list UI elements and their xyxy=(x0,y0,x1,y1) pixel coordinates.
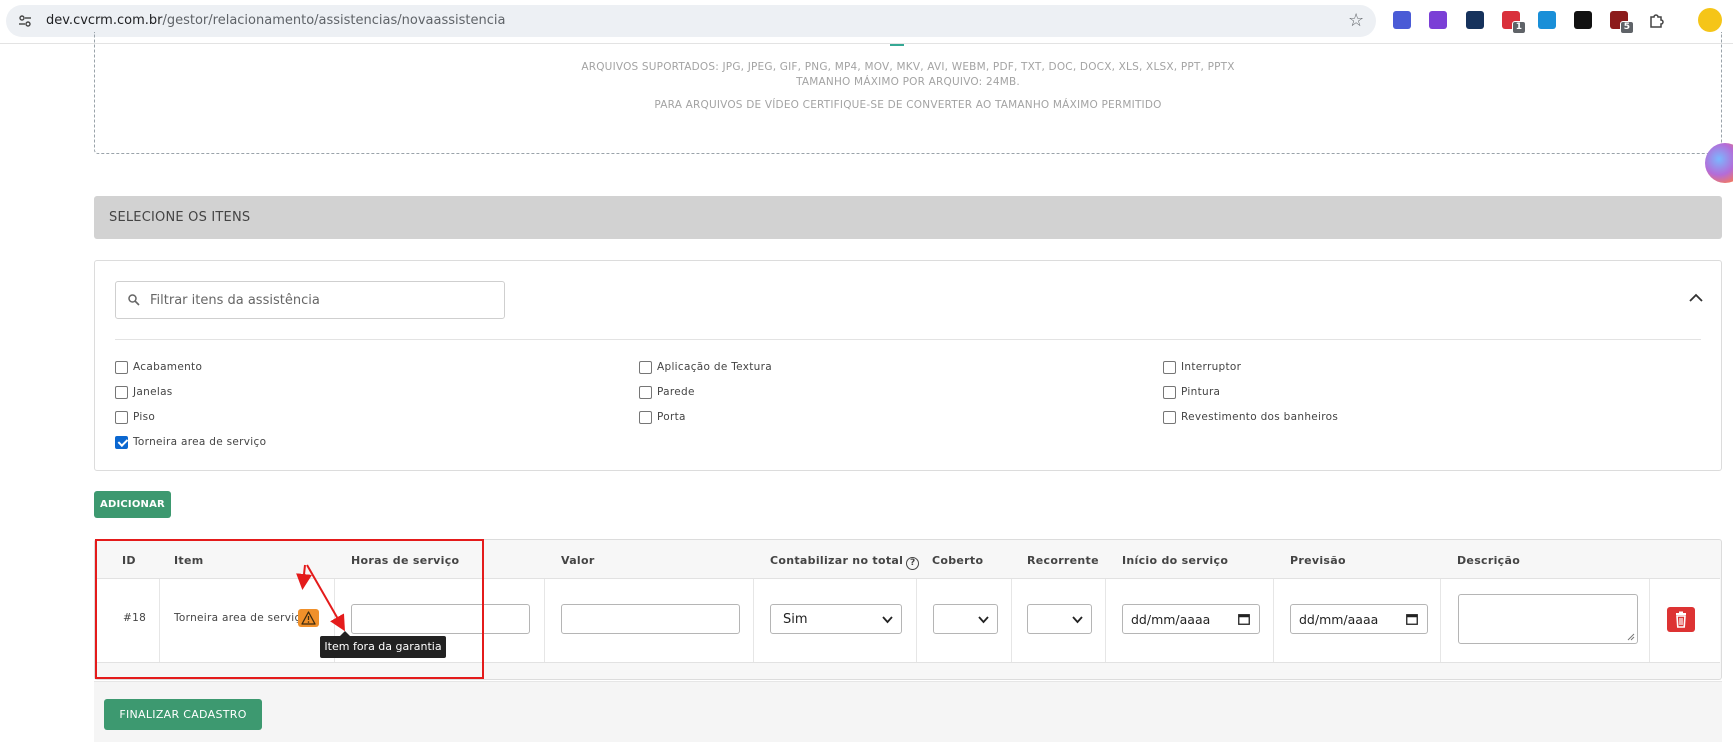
forecast-date-input[interactable]: dd/mm/aaaa xyxy=(1290,604,1428,634)
checkbox-checked[interactable] xyxy=(115,435,128,449)
floating-assistant-orb[interactable] xyxy=(1705,143,1733,183)
annotation-arrows xyxy=(296,564,345,632)
url-host: dev.cvcrm.com.br xyxy=(46,13,163,28)
checkbox-label: Interruptor xyxy=(1181,361,1242,373)
item-checkbox-janelas[interactable]: Janelas xyxy=(115,384,173,400)
file-upload-dropzone[interactable]: ARQUIVOS SUPORTADOS: JPG, JPEG, GIF, PNG… xyxy=(94,32,1722,154)
column-separator xyxy=(1440,579,1441,662)
site-settings-icon[interactable] xyxy=(18,14,32,28)
filter-divider xyxy=(115,339,1701,340)
checkbox-label: Aplicação de Textura xyxy=(657,361,772,373)
recurring-select[interactable] xyxy=(1027,604,1092,634)
item-checkbox-interruptor[interactable]: Interruptor xyxy=(1163,359,1241,375)
item-checkbox-acabamento[interactable]: Acabamento xyxy=(115,359,202,375)
calendar-icon[interactable] xyxy=(1238,613,1250,625)
column-separator xyxy=(916,579,917,662)
checkbox-label: Porta xyxy=(657,411,686,423)
item-checkbox-pintura[interactable]: Pintura xyxy=(1163,384,1220,400)
checkbox-label: Parede xyxy=(657,386,695,398)
checkbox[interactable] xyxy=(1163,360,1176,374)
upload-icon xyxy=(890,40,904,46)
chevron-down-icon xyxy=(882,616,893,624)
filter-items-input[interactable] xyxy=(150,283,500,317)
column-separator xyxy=(544,579,545,662)
terminal-icon[interactable] xyxy=(1574,11,1592,29)
upload-formats-text: ARQUIVOS SUPORTADOS: JPG, JPEG, GIF, PNG… xyxy=(581,61,1235,73)
item-checkbox-porta[interactable]: Porta xyxy=(639,409,686,425)
column-header-description: Descrição xyxy=(1457,554,1521,567)
chevron-down-icon xyxy=(1072,616,1083,624)
checkbox[interactable] xyxy=(1163,385,1176,399)
finish-registration-button[interactable]: FINALIZAR CADASTRO xyxy=(104,699,262,730)
grid-icon[interactable] xyxy=(1538,11,1556,29)
checkbox-label: Torneira area de serviço xyxy=(133,436,267,448)
checkbox-label: Acabamento xyxy=(133,361,203,373)
checkbox[interactable] xyxy=(639,360,652,374)
column-separator xyxy=(753,579,754,662)
column-header-forecast: Previsão xyxy=(1290,554,1346,567)
url-path: /gestor/relacionamento/assistencias/nova… xyxy=(162,13,506,28)
annotation-arrow-long xyxy=(306,564,345,632)
item-checkbox-parede[interactable]: Parede xyxy=(639,384,695,400)
column-header-value: Valor xyxy=(561,554,595,567)
checkbox[interactable] xyxy=(1163,410,1176,424)
column-header-count-label: Contabilizar no total xyxy=(770,554,904,567)
checkbox-label: Pintura xyxy=(1181,386,1221,398)
extensions-puzzle-icon[interactable] xyxy=(1647,10,1667,30)
search-icon xyxy=(128,294,140,306)
select-items-section-header: SELECIONE OS ITENS xyxy=(94,196,1722,239)
date-placeholder: dd/mm/aaaa xyxy=(1299,612,1379,627)
chevron-up-icon[interactable] xyxy=(1685,287,1707,309)
question-help-icon[interactable]: ? xyxy=(906,557,920,570)
checkbox-label: Janelas xyxy=(133,386,173,398)
checkbox-label: Revestimento dos banheiros xyxy=(1181,411,1339,423)
checkbox[interactable] xyxy=(115,410,128,424)
bird-icon[interactable] xyxy=(1466,11,1484,29)
checkbox[interactable] xyxy=(115,385,128,399)
column-header-count-total: Contabilizar no total? xyxy=(770,554,920,570)
profile-avatar[interactable] xyxy=(1698,8,1722,32)
abp-icon[interactable]: 1 xyxy=(1502,11,1526,34)
items-filter-panel: Acabamento Janelas Piso Torneira area de… xyxy=(94,260,1722,471)
shield-icon[interactable]: 5 xyxy=(1610,11,1634,34)
checkbox[interactable] xyxy=(115,360,128,374)
feather-icon[interactable] xyxy=(1429,11,1447,29)
column-header-covered: Coberto xyxy=(932,554,984,567)
url-text[interactable]: dev.cvcrm.com.br/gestor/relacionamento/a… xyxy=(46,13,505,28)
item-checkbox-piso[interactable]: Piso xyxy=(115,409,155,425)
trash-icon xyxy=(1676,611,1686,628)
checkbox-label: Piso xyxy=(133,411,156,423)
column-separator xyxy=(1011,579,1012,662)
service-start-date-input[interactable]: dd/mm/aaaa xyxy=(1122,604,1260,634)
delete-row-button[interactable] xyxy=(1667,607,1695,632)
upload-video-note: PARA ARQUIVOS DE VÍDEO CERTIFIQUE-SE DE … xyxy=(654,99,1162,111)
item-checkbox-aplicacao-textura[interactable]: Aplicação de Textura xyxy=(639,359,772,375)
item-checkbox-torneira[interactable]: Torneira area de serviço xyxy=(115,434,266,450)
chevron-down-icon xyxy=(978,616,989,624)
count-in-total-select[interactable]: Sim xyxy=(770,604,902,634)
resize-grip-icon[interactable] xyxy=(1627,633,1635,641)
add-items-button[interactable]: ADICIONAR xyxy=(94,491,171,518)
column-separator xyxy=(1273,579,1274,662)
date-placeholder: dd/mm/aaaa xyxy=(1131,612,1211,627)
calendar-icon[interactable] xyxy=(1406,613,1418,625)
checkbox[interactable] xyxy=(639,410,652,424)
column-header-recurring: Recorrente xyxy=(1027,554,1099,567)
bookmark-star-icon[interactable]: ☆ xyxy=(1348,11,1364,31)
column-separator xyxy=(1105,579,1106,662)
annotation-arrow-short xyxy=(296,564,313,590)
upload-max-size-text: TAMANHO MÁXIMO POR ARQUIVO: 24MB. xyxy=(796,76,1020,88)
column-header-start: Início do serviço xyxy=(1122,554,1229,567)
form-footer xyxy=(94,681,1722,742)
covered-select[interactable] xyxy=(933,604,998,634)
item-checkbox-revestimento[interactable]: Revestimento dos banheiros xyxy=(1163,409,1338,425)
section-title: SELECIONE OS ITENS xyxy=(109,210,251,225)
column-separator xyxy=(1649,579,1650,662)
checkbox[interactable] xyxy=(639,385,652,399)
value-input[interactable] xyxy=(561,604,740,634)
filter-search-box[interactable] xyxy=(115,281,505,319)
description-textarea[interactable] xyxy=(1458,594,1638,644)
gear-flower-icon[interactable] xyxy=(1393,11,1411,29)
select-value: Sim xyxy=(783,612,808,627)
